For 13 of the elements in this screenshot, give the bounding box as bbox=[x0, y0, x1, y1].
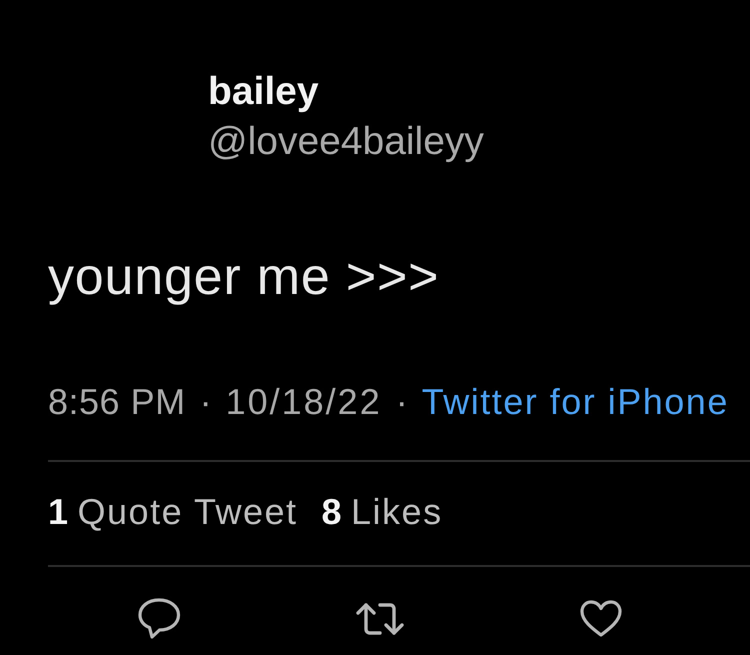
tweet-text: younger me >>> bbox=[48, 247, 440, 307]
tweet-time: 8:56 PM bbox=[48, 381, 186, 423]
retweet-icon[interactable] bbox=[355, 600, 405, 636]
separator-dot: · bbox=[200, 381, 212, 423]
display-name: bailey bbox=[208, 70, 319, 114]
stat-link[interactable]: 8 Likes bbox=[322, 491, 443, 533]
source-link[interactable]: Twitter for iPhone bbox=[422, 381, 729, 423]
tweet-date: 10/18/22 bbox=[226, 381, 382, 423]
reply-icon[interactable] bbox=[137, 597, 181, 640]
heart-icon[interactable] bbox=[579, 599, 623, 638]
user-handle: @lovee4baileyy bbox=[208, 120, 484, 164]
separator-dot: · bbox=[396, 381, 408, 423]
stat-link[interactable]: 1 Quote Tweet bbox=[48, 491, 298, 533]
